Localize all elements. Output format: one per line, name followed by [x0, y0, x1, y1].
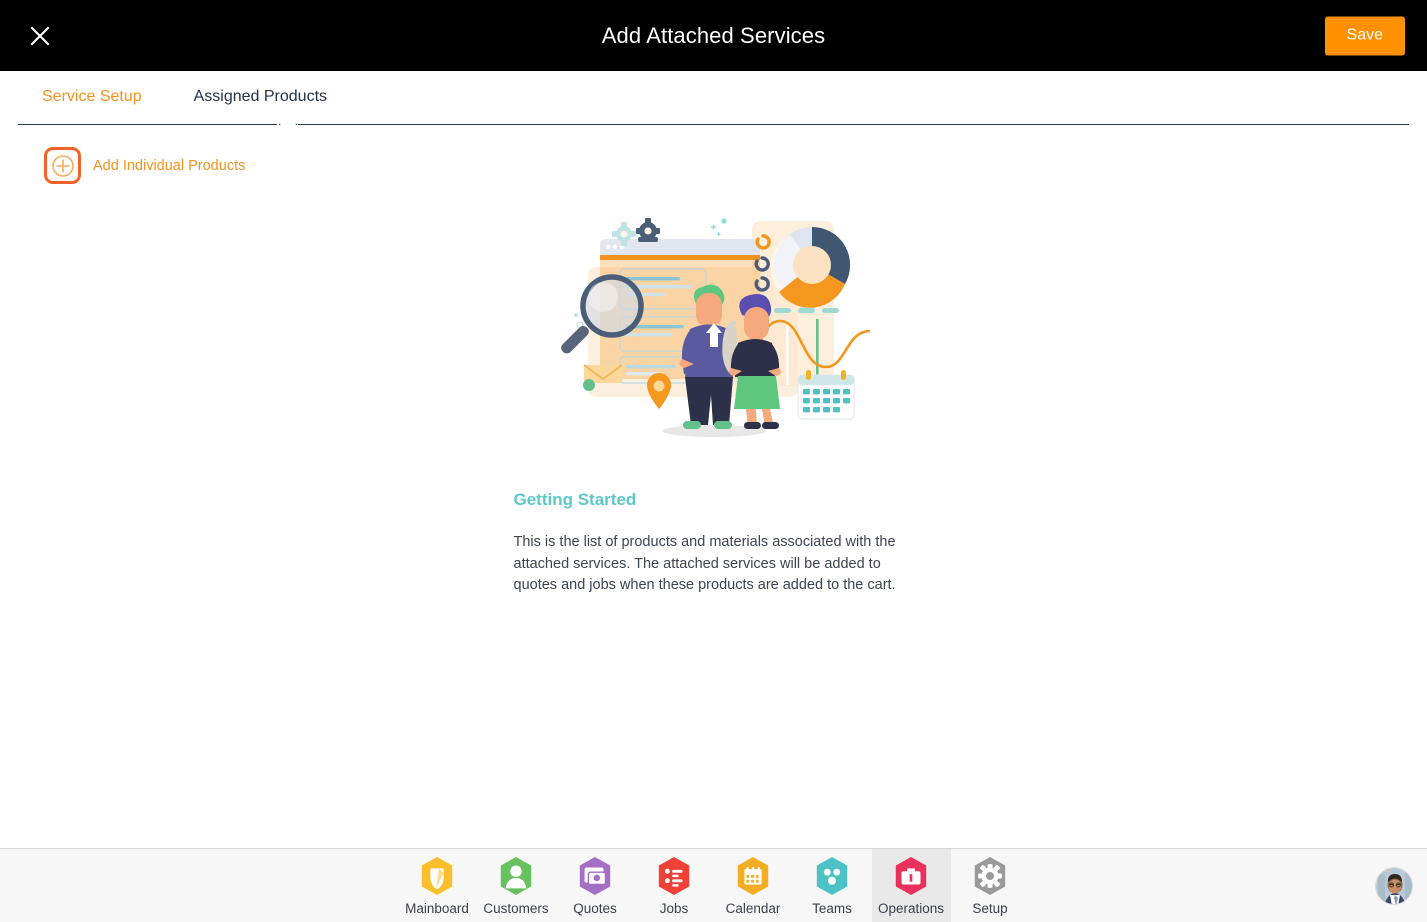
- nav-item-operations[interactable]: Operations: [871, 848, 951, 922]
- plus-icon: [44, 147, 81, 184]
- team-analytics-illustration: [560, 218, 870, 437]
- tab-service-setup[interactable]: Service Setup: [42, 88, 142, 108]
- nav-item-setup[interactable]: Setup: [951, 849, 1030, 922]
- tab-bar: Service Setup Assigned Products: [0, 71, 1427, 134]
- nav-label-teams: Teams: [812, 901, 852, 916]
- quotes-icon: [579, 857, 611, 895]
- tab-assigned-products[interactable]: Assigned Products: [194, 88, 327, 108]
- nav-label-quotes: Quotes: [573, 901, 617, 916]
- main-content: Add Individual Products Getting Started …: [0, 125, 1427, 848]
- nav-item-mainboard[interactable]: Mainboard: [398, 849, 477, 922]
- mainboard-icon: [421, 857, 453, 895]
- nav-item-quotes[interactable]: Quotes: [556, 849, 635, 922]
- operations-icon: [895, 857, 927, 895]
- calendar-icon: [737, 857, 769, 895]
- customers-icon: [500, 857, 532, 895]
- app-root: Add Attached Services Save Service Setup…: [0, 0, 1427, 922]
- add-individual-products-button[interactable]: Add Individual Products: [0, 125, 245, 184]
- nav-item-calendar[interactable]: Calendar: [714, 849, 793, 922]
- getting-started-body: This is the list of products and materia…: [513, 534, 896, 593]
- page-title: Add Attached Services: [601, 22, 826, 48]
- jobs-icon: [658, 857, 690, 895]
- nav-label-customers: Customers: [483, 901, 549, 916]
- getting-started-title: Getting Started: [513, 490, 637, 509]
- nav-label-setup: Setup: [972, 901, 1008, 916]
- save-button[interactable]: Save: [1324, 16, 1405, 55]
- modal-header: Add Attached Services Save: [0, 0, 1427, 71]
- user-avatar[interactable]: [1375, 866, 1413, 905]
- teams-icon: [816, 857, 848, 895]
- bottom-navigation: Mainboard Customers Quotes Jobs Calendar…: [0, 848, 1427, 922]
- getting-started-block: Getting Started This is the list of prod…: [514, 490, 914, 597]
- nav-item-customers[interactable]: Customers: [477, 849, 556, 922]
- nav-label-jobs: Jobs: [659, 901, 689, 916]
- nav-label-calendar: Calendar: [725, 901, 781, 916]
- nav-item-jobs[interactable]: Jobs: [635, 849, 714, 922]
- nav-label-mainboard: Mainboard: [405, 901, 469, 916]
- nav-item-teams[interactable]: Teams: [793, 849, 872, 922]
- setup-icon: [974, 857, 1006, 895]
- nav-label-operations: Operations: [877, 901, 945, 916]
- empty-state: Getting Started This is the list of prod…: [0, 207, 1427, 597]
- add-individual-products-label: Add Individual Products: [93, 157, 246, 174]
